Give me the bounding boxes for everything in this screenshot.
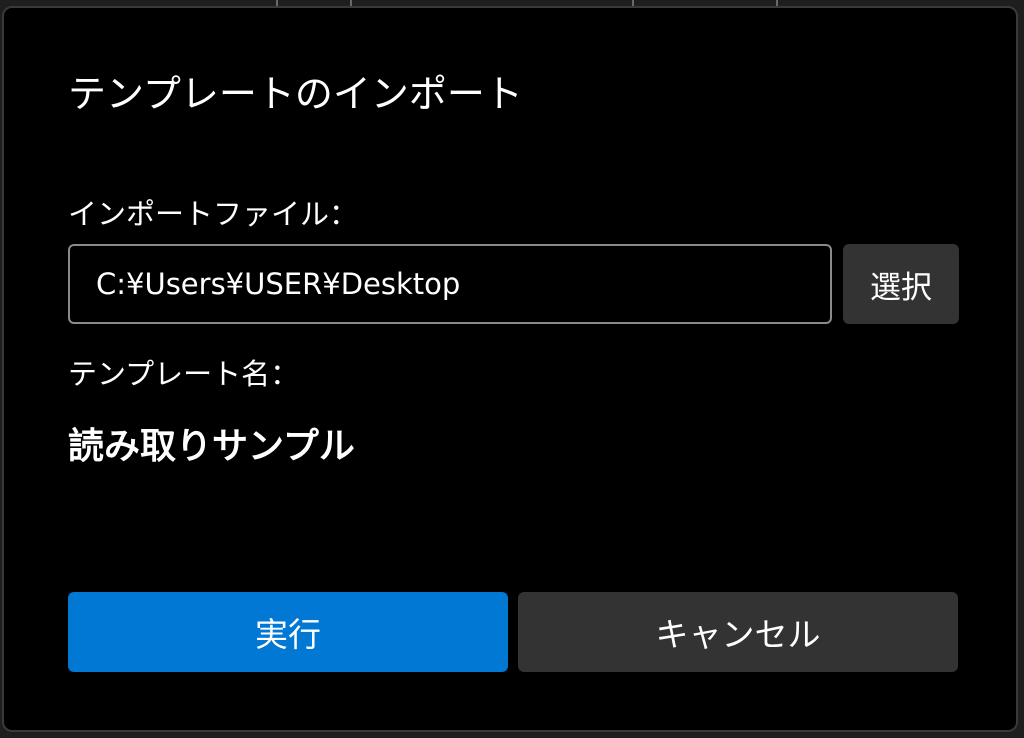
select-file-button[interactable]: 選択 xyxy=(843,244,959,324)
dialog-title: テンプレートのインポート xyxy=(68,72,523,116)
cancel-button[interactable]: キャンセル xyxy=(518,592,958,672)
import-file-label: インポートファイル： xyxy=(68,197,359,231)
import-file-path-input[interactable] xyxy=(68,244,832,324)
execute-button[interactable]: 実行 xyxy=(68,592,508,672)
template-name-label: テンプレート名： xyxy=(68,357,300,391)
import-template-dialog: テンプレートのインポート インポートファイル： 選択 テンプレート名： 読み取り… xyxy=(2,6,1018,732)
template-name-value: 読み取りサンプル xyxy=(68,426,355,467)
